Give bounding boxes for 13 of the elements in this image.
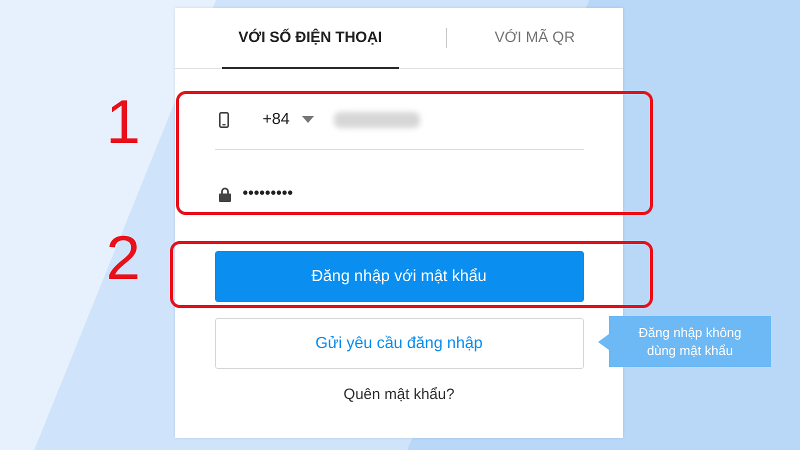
annotation-number: 2: [106, 228, 140, 290]
lock-icon: [218, 186, 230, 202]
caret-icon[interactable]: [302, 116, 314, 123]
tab[interactable]: VỚI MÃ QR: [446, 8, 623, 68]
tab[interactable]: VỚI SỐ ĐIỆN THOẠI: [222, 8, 398, 68]
tooltip-arrow-icon: [598, 334, 609, 350]
annotation-number: 1: [106, 92, 140, 154]
password-field[interactable]: •••••••••: [214, 150, 584, 238]
phone-icon: [218, 112, 228, 128]
forgot-password-link[interactable]: Quên mật khẩu?: [344, 386, 454, 403]
tooltip: Đăng nhập không dùng mật khẩu: [609, 316, 771, 367]
phone-field[interactable]: +84: [214, 90, 584, 150]
country-code[interactable]: +84: [262, 110, 290, 128]
